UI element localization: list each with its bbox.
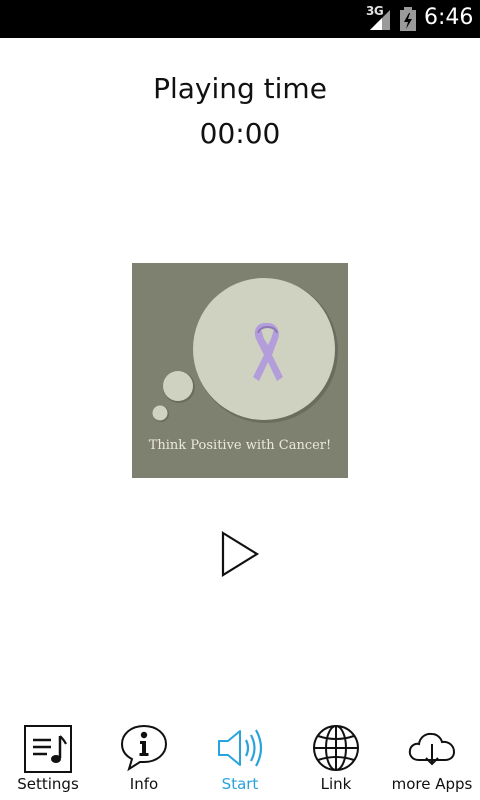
playing-time-title: Playing time (153, 72, 327, 105)
nav-link[interactable]: Link (288, 716, 384, 800)
signal-icon (370, 10, 390, 30)
album-artwork: Think Positive with Cancer! (132, 263, 348, 478)
nav-info-label: Info (129, 775, 159, 793)
clock: 6:46 (424, 5, 474, 30)
info-bubble-icon (120, 724, 168, 772)
battery-charging-icon (400, 7, 416, 31)
bottom-navigation: Settings Info Start Link more Apps (0, 716, 480, 800)
play-button[interactable] (218, 530, 262, 580)
nav-start[interactable]: Start (192, 716, 288, 800)
nav-link-label: Link (320, 775, 352, 793)
nav-more-apps[interactable]: more Apps (384, 716, 480, 800)
nav-settings[interactable]: Settings (0, 716, 96, 800)
status-bar: 3G 6:46 (0, 0, 480, 38)
play-icon (221, 531, 260, 577)
nav-start-label: Start (221, 775, 259, 793)
globe-icon (313, 725, 359, 771)
nav-more-apps-label: more Apps (391, 775, 473, 793)
elapsed-time: 00:00 (199, 117, 281, 150)
nav-settings-label: Settings (17, 775, 79, 793)
settings-playlist-icon (24, 725, 72, 773)
app-screen: 3G 6:46 Playing time 00:00 Think Positiv… (0, 0, 480, 800)
nav-info[interactable]: Info (96, 716, 192, 800)
artwork-caption: Think Positive with Cancer! (148, 438, 332, 453)
cloud-download-icon (408, 732, 456, 766)
speaker-icon (218, 729, 263, 767)
